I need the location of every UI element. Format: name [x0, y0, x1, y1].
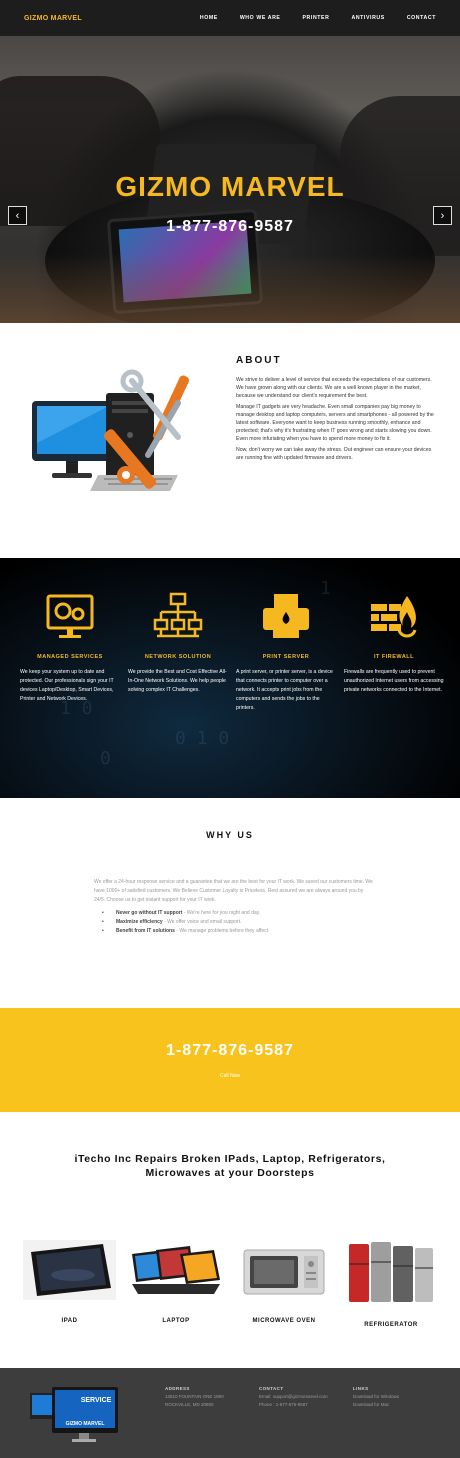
nav-printer[interactable]: PRINTER: [303, 15, 330, 21]
list-item: Never go without IT support - We're here…: [94, 909, 374, 918]
service-managed[interactable]: MANAGED SERVICES We keep your system up …: [20, 592, 120, 704]
brand-logo[interactable]: GIZMO MARVEL: [24, 15, 82, 22]
footer-link-windows[interactable]: Download for Windows: [353, 1393, 399, 1401]
product-label: IPAD: [61, 1318, 78, 1324]
hero-title: GIZMO MARVEL: [115, 171, 345, 202]
slider-prev-button[interactable]: ‹: [8, 206, 27, 225]
nav-contact[interactable]: CONTACT: [407, 15, 436, 21]
refrigerator-image: [349, 1242, 433, 1302]
printer-icon: [263, 594, 309, 638]
top-navbar: GIZMO MARVEL HOME WHO WE ARE PRINTER ANT…: [0, 0, 460, 36]
footer-link-mac[interactable]: Download for Mac: [353, 1401, 399, 1409]
about-paragraph: Manage IT gadgets are very headache. Eve…: [236, 404, 434, 442]
services-section: 1 0 0 1 0 0 1 MANAGED SERVICES We keep y…: [0, 558, 460, 798]
why-us-text: We offer a 24-hour response service and …: [94, 878, 374, 936]
about-paragraph: We strive to deliver a level of service …: [236, 377, 432, 399]
service-text: We keep your system up to date and prote…: [20, 669, 114, 702]
footer-phone-link[interactable]: Phone : 1-877-876-9587: [259, 1401, 328, 1409]
ipad-image: [23, 1240, 116, 1300]
microwave-image: [243, 1249, 325, 1295]
service-title: IT FIREWALL: [373, 654, 415, 660]
why-us-title: WHY US: [206, 830, 254, 840]
footer-contact: CONTACT Email: support@gizmomarvel.com P…: [259, 1386, 328, 1409]
firewall-icon: [371, 596, 417, 638]
why-us-intro: We offer a 24-hour response service and …: [94, 879, 373, 903]
nav-antivirus[interactable]: ANTIVIRUS: [351, 15, 384, 21]
service-text: Firewalls are frequently used to prevent…: [344, 669, 444, 693]
about-title: ABOUT: [236, 355, 282, 366]
hero-phone[interactable]: 1-877-876-9587: [0, 218, 460, 236]
service-firewall[interactable]: IT FIREWALL Firewalls are frequently use…: [344, 592, 444, 695]
main-menu: HOME WHO WE ARE PRINTER ANTIVIRUS CONTAC…: [200, 15, 436, 21]
svg-text:GIZMO MARVEL: GIZMO MARVEL: [66, 1421, 105, 1427]
footer-links: LINKS Download for Windows Download for …: [353, 1386, 400, 1409]
background-digits: 0: [100, 748, 111, 769]
service-text: A print server, or printer server, is a …: [236, 669, 333, 711]
call-now-link[interactable]: Call Now: [0, 1073, 460, 1079]
computer-tools-illustration: [32, 369, 190, 491]
about-paragraph: Now, don't worry we can take away the st…: [236, 447, 432, 461]
list-item: Maximize efficiency - We offer voice and…: [94, 918, 374, 927]
product-microwave[interactable]: MICROWAVE OVEN: [238, 1240, 330, 1340]
nav-home[interactable]: HOME: [200, 15, 218, 21]
laptop-image: [132, 1246, 220, 1294]
service-title: PRINT SERVER: [262, 654, 310, 660]
service-title: MANAGED SERVICES: [37, 654, 103, 660]
about-section: ABOUT We strive to deliver a level of se…: [0, 323, 460, 558]
about-text: We strive to deliver a level of service …: [236, 376, 436, 465]
slider-next-button[interactable]: ›: [433, 206, 452, 225]
why-us-section: WHY US We offer a 24-hour response servi…: [0, 798, 460, 1008]
product-label: LAPTOP: [162, 1318, 190, 1324]
product-label: REFRIGERATOR: [364, 1322, 418, 1328]
repairs-title: iTecho Inc Repairs Broken IPads, Laptop,…: [74, 1153, 386, 1179]
cta-phone[interactable]: 1-877-876-9587: [0, 1042, 460, 1060]
background-digits: 0 1 0: [175, 728, 230, 749]
list-item: Benefit from IT solutions - We manage pr…: [94, 927, 374, 936]
gears-monitor-icon: [46, 594, 94, 638]
footer-email-link[interactable]: Email: support@gizmomarvel.com: [259, 1393, 328, 1401]
nav-who-we-are[interactable]: WHO WE ARE: [240, 15, 281, 21]
call-to-action-banner: 1-877-876-9587 Call Now: [0, 1008, 460, 1112]
why-us-list: Never go without IT support - We're here…: [94, 909, 374, 936]
product-laptop[interactable]: LAPTOP: [128, 1240, 224, 1340]
svg-text:SERVICE: SERVICE: [81, 1397, 112, 1404]
service-text: We provide the Best and Cost Effective A…: [128, 669, 227, 693]
footer: SERVICE GIZMO MARVEL ADDRESS 13810 FOUNT…: [0, 1368, 460, 1458]
hero-floor: [0, 253, 460, 323]
chevron-right-icon: ›: [440, 209, 445, 222]
footer-logo: SERVICE GIZMO MARVEL: [30, 1387, 118, 1442]
footer-address: ADDRESS 13810 FOUNTAIN ONE 1890 ROCKVILL…: [165, 1386, 224, 1407]
product-refrigerator[interactable]: REFRIGERATOR: [345, 1240, 437, 1344]
repairs-section: iTecho Inc Repairs Broken IPads, Laptop,…: [0, 1112, 460, 1368]
service-network[interactable]: NETWORK SOLUTION We provide the Best and…: [128, 592, 228, 695]
service-title: NETWORK SOLUTION: [144, 654, 212, 660]
service-print[interactable]: PRINT SERVER A print server, or printer …: [236, 592, 336, 713]
network-icon: [153, 592, 203, 638]
hero-slider: GIZMO MARVEL 1-877-876-9587 ‹ ›: [0, 36, 460, 323]
product-label: MICROWAVE OVEN: [252, 1318, 316, 1324]
product-ipad[interactable]: IPAD: [23, 1240, 116, 1340]
chevron-left-icon: ‹: [15, 209, 20, 222]
